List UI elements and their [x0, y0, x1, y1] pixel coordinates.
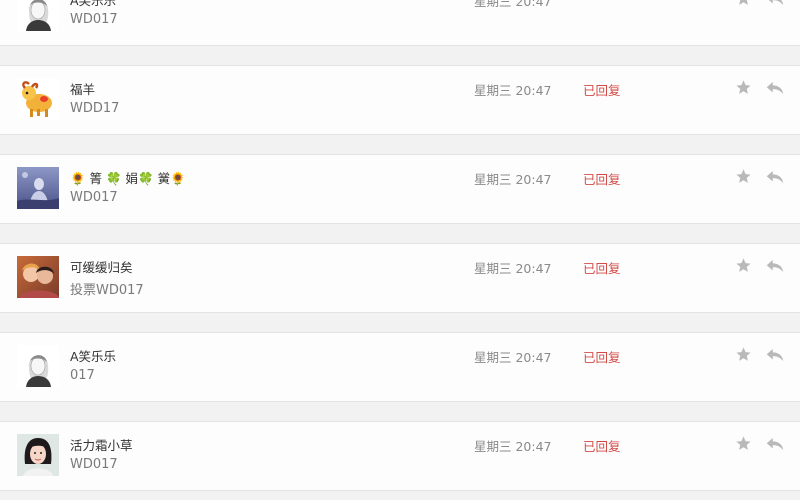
sender-name: 🌻 箐 🍀 娟🍀 黉🌻	[70, 171, 186, 186]
avatar-sketch-girl-icon[interactable]	[17, 0, 59, 31]
message-row[interactable]: 可缓缓归矣 投票WD017 星期三 20:47 已回复	[0, 243, 800, 313]
message-list: A笑乐乐 WD017 星期三 20:47 福羊 WDD17 星期三 20:47 …	[0, 0, 800, 500]
reply-icon[interactable]	[766, 81, 784, 95]
sender-name: 福羊	[70, 82, 96, 97]
star-icon[interactable]	[735, 257, 752, 274]
message-preview: 017	[70, 368, 95, 383]
sender-name: A笑乐乐	[70, 0, 117, 8]
reply-icon[interactable]	[766, 259, 784, 273]
sender-name: 活力霜小草	[70, 438, 133, 453]
message-time: 星期三 20:47	[474, 172, 552, 187]
message-time: 星期三 20:47	[474, 439, 552, 454]
reply-status: 已回复	[583, 172, 621, 187]
star-icon[interactable]	[735, 0, 752, 7]
reply-icon[interactable]	[766, 437, 784, 451]
sender-name: A笑乐乐	[70, 349, 117, 364]
avatar-sketch-girl-icon[interactable]	[17, 345, 59, 387]
message-preview: 投票WD017	[70, 283, 144, 298]
message-preview: WD017	[70, 457, 118, 472]
avatar-couple-photo-icon[interactable]	[17, 256, 59, 298]
avatar-golden-sheep-icon[interactable]	[17, 78, 59, 120]
message-row[interactable]: A笑乐乐 017 星期三 20:47 已回复	[0, 332, 800, 402]
message-row[interactable]: 活力霜小草 WD017 星期三 20:47 已回复	[0, 421, 800, 491]
reply-status: 已回复	[583, 439, 621, 454]
message-row[interactable]: 福羊 WDD17 星期三 20:47 已回复	[0, 65, 800, 135]
message-time: 星期三 20:47	[474, 350, 552, 365]
reply-icon[interactable]	[766, 0, 784, 6]
avatar-blue-scene-icon[interactable]	[17, 167, 59, 209]
star-icon[interactable]	[735, 346, 752, 363]
reply-icon[interactable]	[766, 348, 784, 362]
reply-status: 已回复	[583, 83, 621, 98]
message-row[interactable]: 🌻 箐 🍀 娟🍀 黉🌻 WD017 星期三 20:47 已回复	[0, 154, 800, 224]
message-time: 星期三 20:47	[474, 83, 552, 98]
star-icon[interactable]	[735, 435, 752, 452]
message-preview: WDD17	[70, 101, 120, 116]
avatar-girl-photo-icon[interactable]	[17, 434, 59, 476]
message-time: 星期三 20:47	[474, 261, 552, 276]
message-preview: WD017	[70, 12, 118, 27]
reply-status: 已回复	[583, 350, 621, 365]
reply-icon[interactable]	[766, 170, 784, 184]
message-time: 星期三 20:47	[474, 0, 552, 9]
star-icon[interactable]	[735, 79, 752, 96]
message-preview: WD017	[70, 190, 118, 205]
star-icon[interactable]	[735, 168, 752, 185]
message-row[interactable]: A笑乐乐 WD017 星期三 20:47	[0, 0, 800, 46]
sender-name: 可缓缓归矣	[70, 260, 133, 275]
reply-status: 已回复	[583, 261, 621, 276]
